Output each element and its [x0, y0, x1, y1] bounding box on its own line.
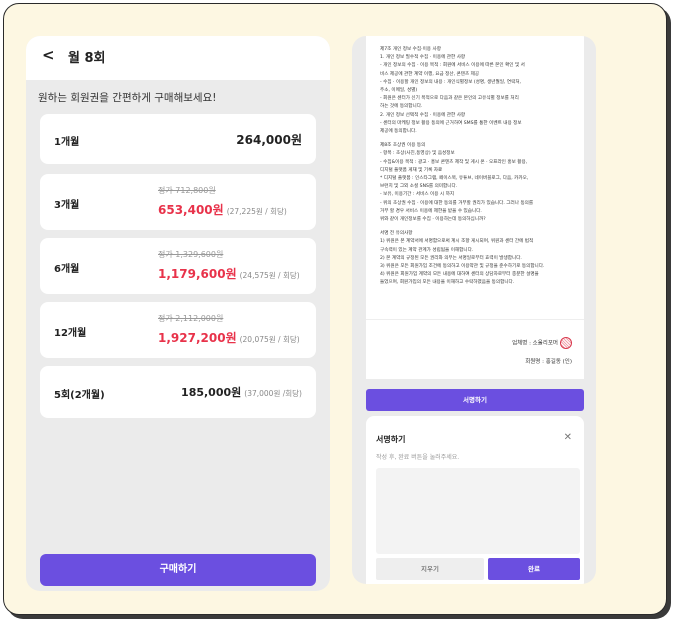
- doc-line: - 센터의 마케팅 정보 활용 동의에 근거하여 SMS를 통한 이벤트 내용 …: [380, 120, 522, 126]
- seal-stamp-icon: [560, 337, 572, 349]
- plan-per-session: (27,225원 / 회당): [226, 207, 287, 216]
- plan-original-price: 정가 1,329,600원: [158, 250, 224, 259]
- signature-info: 업체명 : 소울리포머 회원명 : 홍길동 (인): [366, 319, 584, 379]
- plan-card-3month[interactable]: 3개월 정가 712,800원 653,400원 (27,225원 / 회당): [40, 174, 316, 230]
- plan-sale-price: 653,400원 (27,225원 / 회당): [158, 201, 287, 218]
- doc-line: 제7조 개인 정보 수집·이용 사항: [380, 47, 441, 52]
- doc-line: - 수집&이용 목적 : 광고 · 홍보 콘텐츠 제작 및 게시 온 · 오프라…: [380, 159, 528, 165]
- membership-screen: < 월 8회 원하는 회원권을 간편하게 구매해보세요! 1개월 264,000…: [26, 36, 330, 591]
- doc-line: 제공에 동의합니다.: [380, 129, 417, 135]
- plan-name: 12개월: [54, 328, 87, 339]
- doc-line: 1. 개인 정보 필수적 수집 · 이용에 관한 사항: [380, 55, 466, 61]
- chevron-left-icon[interactable]: <: [42, 46, 55, 64]
- close-icon[interactable]: ✕: [564, 432, 572, 443]
- doc-line: * 디지털 플랫폼 : 인스타그램, 페이스북, 유튜브, 네이버블로그, 다음…: [380, 176, 529, 182]
- plan-per-session: (20,075원 / 회당): [239, 335, 300, 344]
- plan-original-price: 정가 712,800원: [158, 186, 216, 195]
- doc-line: 비스 제공에 관한 계약 이행, 요금 정산, 콘텐츠 제공: [380, 71, 480, 77]
- doc-line: 브런치 및 그외 소셜 SNS를 의미합니다.: [380, 184, 458, 190]
- clear-button[interactable]: 지우기: [376, 558, 484, 580]
- showcase-frame: < 월 8회 원하는 회원권을 간편하게 구매해보세요! 1개월 264,000…: [3, 3, 667, 615]
- plan-original-price: 정가 2,112,000원: [158, 314, 224, 323]
- plan-card-5sessions[interactable]: 5회(2개월) 185,000원 (37,000원 /회당): [40, 366, 316, 418]
- doc-line: 하는 것에 동의합니다.: [380, 104, 423, 110]
- buy-button[interactable]: 구매하기: [40, 554, 316, 586]
- plan-card-12month[interactable]: 12개월 정가 2,112,000원 1,927,200원 (20,075원 / …: [40, 302, 316, 358]
- plan-name: 6개월: [54, 264, 80, 275]
- plan-name: 1개월: [54, 137, 80, 148]
- plan-per-session: (24,575원 / 회당): [239, 271, 300, 280]
- plan-sale-amount: 653,400원: [158, 203, 224, 217]
- doc-line: 제8조 초상권 이용 동의: [380, 143, 426, 149]
- doc-line: 주소, 이메일, 성별): [380, 88, 418, 94]
- doc-line: 3) 위원은 모든 회원가입 조건에 동의하고 이용약관 및 규정을 준수하기로…: [380, 264, 545, 270]
- company-line: 업체명 : 소울리포머: [512, 337, 572, 349]
- doc-line: - 수집 · 이용할 개인 정보의 내용 : 개인식별정보 (성명, 생년월일,…: [380, 79, 522, 85]
- doc-line: 서명 전 유의사항: [380, 231, 413, 237]
- plan-sale-price: 1,179,600원 (24,575원 / 회당): [158, 265, 300, 282]
- doc-line: - 항목 : 초상(사진,동영상) 및 음성정보: [380, 151, 455, 157]
- doc-line: 1) 위원은 본 계약서에 서명함으로써 계시 조항 게시되며, 위원과 센터 …: [380, 239, 534, 245]
- contract-document: 제7조 개인 정보 수집·이용 사항 1. 개인 정보 필수적 수집 · 이용에 …: [366, 36, 584, 319]
- plan-per-session: (37,000원 /회당): [244, 389, 302, 398]
- modal-hint: 작성 후, 완료 버튼을 눌러주세요.: [376, 454, 460, 461]
- doc-line: - 개인 정보의 수집 · 이용 목적 : 회원에 서비스 이용에 따른 본인 …: [380, 63, 525, 69]
- plan-name: 5회(2개월): [54, 390, 105, 401]
- plan-card-6month[interactable]: 6개월 정가 1,329,600원 1,179,600원 (24,575원 / 회…: [40, 238, 316, 294]
- plan-sale-price: 1,927,200원 (20,075원 / 회당): [158, 329, 300, 346]
- plan-price: 264,000원: [236, 133, 302, 147]
- doc-line: - 위의 초상권 수집 · 이용에 대한 동의를 거부할 권리가 있습니다. 그…: [380, 200, 534, 206]
- page-subtitle: 원하는 회원권을 간편하게 구매해보세요!: [38, 92, 217, 104]
- doc-line: - 보유, 이용기간 : 서비스 이용 시 까지: [380, 192, 455, 198]
- signature-modal: 서명하기 ✕ 작성 후, 완료 버튼을 눌러주세요. 지우기 완료: [366, 416, 584, 584]
- doc-line: - 회원은 센터가 신기 목적으로 다음과 같은 본인의 고유식별 정보를 처리: [380, 96, 519, 102]
- doc-line: 2) 본 계약의 규정된 모든 권리와 의무는 서명일로부터 효력이 발생합니다…: [380, 255, 522, 261]
- member-label: 회원명 : 홍길동 (인): [525, 359, 572, 365]
- sign-button[interactable]: 서명하기: [366, 389, 584, 411]
- plan-name: 3개월: [54, 200, 80, 211]
- doc-line: 들었으며, 회원가입의 모든 내용을 이해하고 수락하였음을 동의합니다.: [380, 280, 515, 286]
- doc-line: 디지털 플랫폼 게재 및 기록 자료: [380, 167, 443, 173]
- doc-line: 거부 할 경우 서비스 이용에 제한을 받을 수 있습니다.: [380, 208, 482, 214]
- doc-line: 위와 같이 개인정보를 수집 · 이용하는데 동의하십니까?: [380, 217, 486, 223]
- doc-line: 구속력이 있는 계약 관계가 성립됨을 이해합니다.: [380, 247, 474, 253]
- page-title: 월 8회: [68, 51, 106, 66]
- done-button[interactable]: 완료: [488, 558, 580, 580]
- doc-line: 2. 개인 정보 선택적 수집 · 이용에 관한 사항: [380, 112, 466, 118]
- plan-price-amount: 185,000원: [181, 386, 242, 399]
- plan-card-1month[interactable]: 1개월 264,000원: [40, 114, 316, 164]
- company-label: 업체명 : 소울리포머: [512, 340, 558, 347]
- plan-sale-amount: 1,179,600원: [158, 267, 237, 281]
- signature-pad[interactable]: [376, 468, 580, 554]
- plan-sale-amount: 1,927,200원: [158, 331, 237, 345]
- header-bar: < 월 8회: [26, 36, 330, 80]
- modal-title: 서명하기: [376, 435, 406, 444]
- plan-price: 185,000원 (37,000원 /회당): [181, 384, 302, 400]
- doc-line: 4) 위원은 회원가입 계약의 모든 내용에 대하여 센터의 상담자로부터 충분…: [380, 272, 539, 278]
- contract-screen: 제7조 개인 정보 수집·이용 사항 1. 개인 정보 필수적 수집 · 이용에 …: [352, 36, 596, 584]
